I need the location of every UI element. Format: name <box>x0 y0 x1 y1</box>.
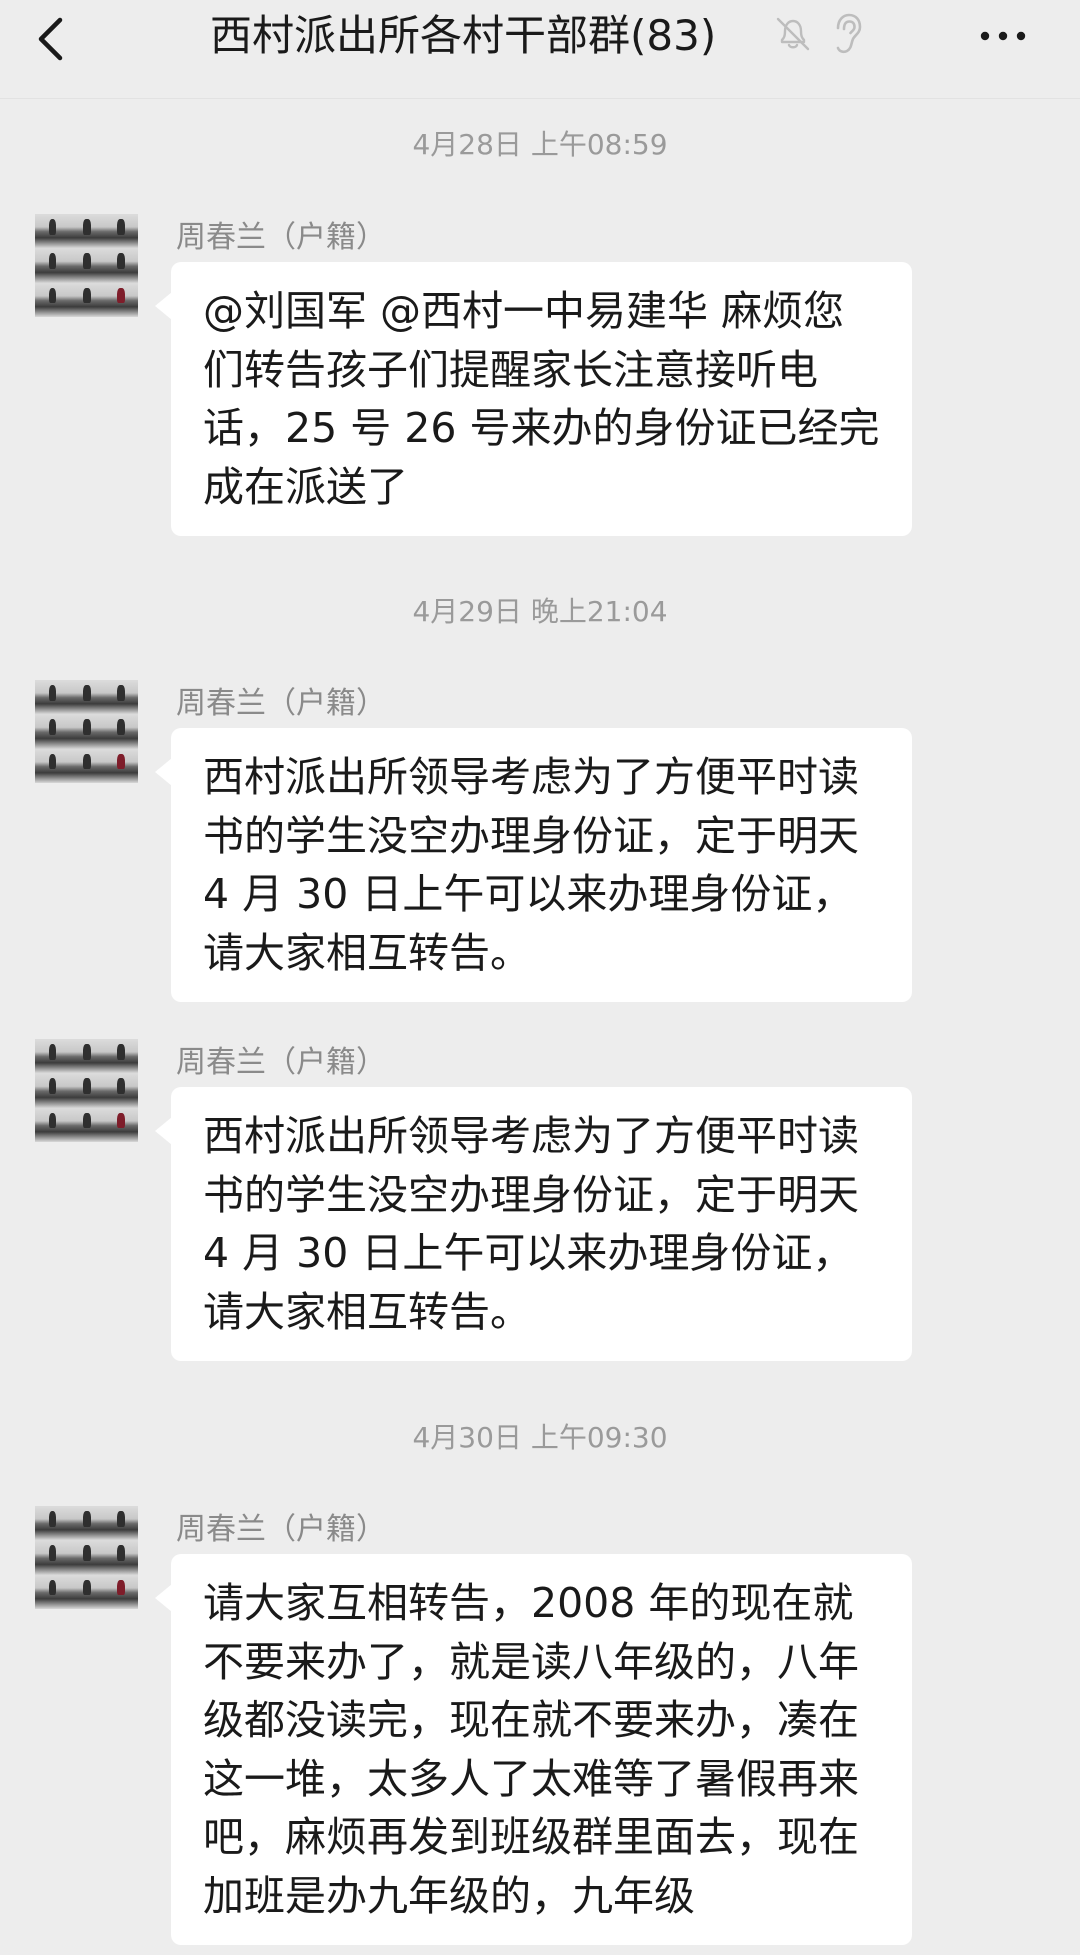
chat-title: 西村派出所各村干部群(83) <box>210 11 717 60</box>
sender-name: 周春兰（户籍） <box>176 1045 386 1080</box>
bell-muted-icon <box>773 14 813 54</box>
chat-header: 西村派出所各村干部群(83) <box>0 0 1080 99</box>
avatar[interactable] <box>35 680 138 783</box>
message-bubble[interactable]: 西村派出所领导考虑为了方便平时读书的学生没空办理身份证，定于明天 4 月 30 … <box>155 1087 912 1361</box>
sender-name: 周春兰（户籍） <box>176 686 386 721</box>
chevron-left-icon <box>38 17 63 61</box>
message-timestamp: 4月28日 上午08:59 <box>412 128 668 161</box>
more-options-button[interactable] <box>975 14 1031 58</box>
avatar[interactable] <box>35 214 138 317</box>
message-bubble[interactable]: 请大家互相转告，2008 年的现在就不要来办了，就是读八年级的，八年级都没读完，… <box>155 1554 912 1945</box>
message-timestamp: 4月29日 晚上21:04 <box>412 595 668 628</box>
message-bubble[interactable]: @刘国军 @西村一中易建华 麻烦您们转告孩子们提醒家长注意接听电话，25 号 2… <box>155 262 912 536</box>
avatar[interactable] <box>35 1506 138 1609</box>
message-bubble[interactable]: 西村派出所领导考虑为了方便平时读书的学生没空办理身份证，定于明天 4 月 30 … <box>155 728 912 1002</box>
message-timestamp: 4月30日 上午09:30 <box>412 1421 668 1454</box>
back-button[interactable] <box>28 14 78 64</box>
earpiece-mode-icon <box>829 12 865 56</box>
avatar[interactable] <box>35 1039 138 1142</box>
sender-name: 周春兰（户籍） <box>176 220 386 255</box>
ellipsis-icon <box>980 31 1026 41</box>
sender-name: 周春兰（户籍） <box>176 1512 386 1547</box>
